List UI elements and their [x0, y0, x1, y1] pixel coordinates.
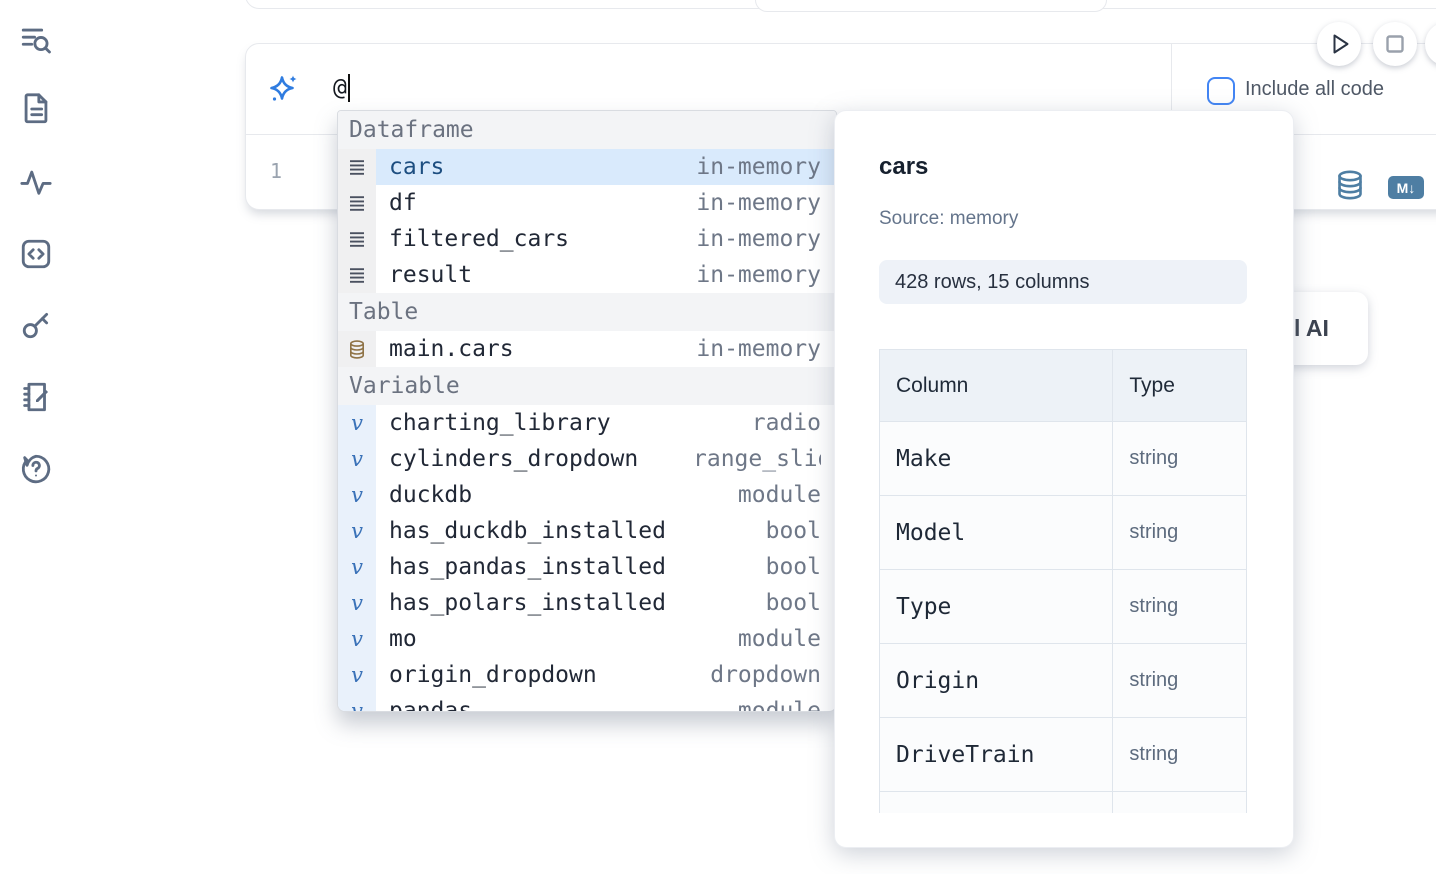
completion-item-cylinders-dropdown[interactable]: v cylinders_dropdownrange_slider [338, 441, 836, 477]
include-all-code-checkbox[interactable] [1207, 77, 1235, 105]
completion-item-cars[interactable]: carsin-memory [338, 149, 836, 185]
completion-item-filtered-cars[interactable]: filtered_carsin-memory [338, 221, 836, 257]
variable-icon: v [338, 513, 376, 549]
completion-item-has-polars-installed[interactable]: v has_polars_installedbool [338, 585, 836, 621]
variable-icon: v [338, 657, 376, 693]
variable-icon: v [338, 477, 376, 513]
previous-cell-toolbar-fragment [755, 0, 1107, 12]
help-icon[interactable] [19, 452, 53, 486]
completion-item-df[interactable]: dfin-memory [338, 185, 836, 221]
code-cell-icon[interactable] [19, 237, 53, 271]
marimo-notebook: @ Include all code 1 M↓ Dataframe [0, 0, 1436, 874]
completion-item-clipped[interactable]: v pandasmodule [338, 693, 836, 712]
document-icon[interactable] [19, 92, 53, 126]
schema-header-column: Column [880, 350, 1113, 422]
markdown-convert-icon[interactable]: M↓ [1388, 176, 1424, 199]
stop-button[interactable] [1373, 22, 1417, 66]
completion-item-origin-dropdown[interactable]: v origin_dropdowndropdown [338, 657, 836, 693]
variable-icon: v [338, 549, 376, 585]
scratchpad-icon[interactable] [19, 380, 53, 414]
completion-item-has-pandas-installed[interactable]: v has_pandas_installedbool [338, 549, 836, 585]
section-header-dataframe: Dataframe [338, 111, 836, 149]
autocomplete-dropdown: Dataframe carsin-memory dfin-memory filt… [337, 110, 837, 712]
completion-item-duckdb[interactable]: v duckdbmodule [338, 477, 836, 513]
section-header-table: Table [338, 293, 836, 331]
variable-icon: v [338, 441, 376, 477]
key-icon[interactable] [19, 308, 53, 342]
ai-sparkle-icon [268, 73, 300, 105]
dataframe-icon [338, 221, 376, 257]
stop-icon [1388, 37, 1403, 52]
dataframe-icon [338, 185, 376, 221]
table-row: Model string [880, 496, 1247, 570]
prompt-text: @ [333, 75, 347, 101]
schema-table-wrap: Column Type Make string Model string Typ… [879, 349, 1248, 813]
table-row: Make string [880, 422, 1247, 496]
table-row-clipped [880, 792, 1247, 814]
text-caret [348, 74, 351, 102]
dataframe-preview-panel: cars Source: memory 428 rows, 15 columns… [834, 110, 1294, 848]
table-row: Origin string [880, 644, 1247, 718]
dataframe-icon [338, 149, 376, 185]
completion-item-has-duckdb-installed[interactable]: v has_duckdb_installedbool [338, 513, 836, 549]
activity-icon[interactable] [19, 165, 53, 199]
datasource-icon[interactable] [1336, 170, 1364, 200]
list-search-icon[interactable] [19, 23, 53, 57]
completion-item-charting-library[interactable]: v charting_libraryradio [338, 405, 836, 441]
completion-item-main-cars[interactable]: main.carsin-memory [338, 331, 836, 367]
dataframe-icon [338, 257, 376, 293]
variable-icon: v [338, 621, 376, 657]
table-row: Type string [880, 570, 1247, 644]
preview-title: cars [879, 153, 928, 181]
schema-header-type: Type [1113, 350, 1247, 422]
preview-shape-badge: 428 rows, 15 columns [879, 260, 1247, 304]
completion-item-mo[interactable]: v momodule [338, 621, 836, 657]
completion-item-result[interactable]: resultin-memory [338, 257, 836, 293]
run-cell-button[interactable] [1317, 22, 1361, 66]
editor-line-number: 1 [270, 134, 282, 208]
play-icon [1335, 36, 1348, 53]
variable-icon: v [338, 405, 376, 441]
variable-icon: v [338, 693, 376, 712]
section-header-variable: Variable [338, 367, 836, 405]
table-database-icon [338, 331, 376, 367]
schema-table: Column Type Make string Model string Typ… [879, 349, 1247, 813]
variable-icon: v [338, 585, 376, 621]
table-row: DriveTrain string [880, 718, 1247, 792]
preview-source: Source: memory [879, 208, 1018, 230]
